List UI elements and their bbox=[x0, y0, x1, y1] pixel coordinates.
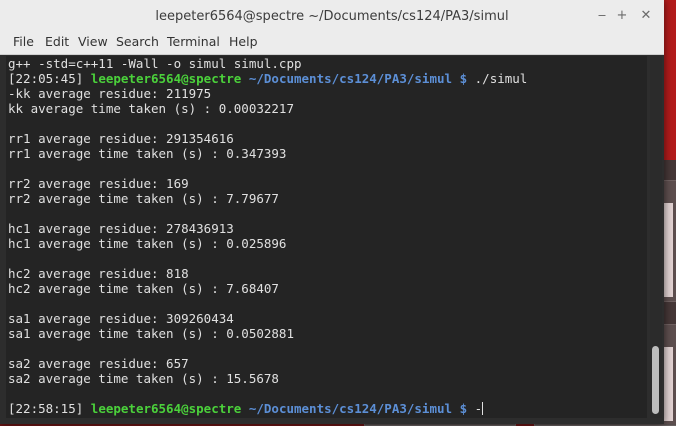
minimize-button[interactable]: ‒ bbox=[594, 8, 610, 24]
program-output: -kk average residue: 211975 kk average ti… bbox=[8, 86, 527, 401]
prompt-user: leepeter6564@spectre bbox=[90, 401, 242, 416]
output-line: sa1 average time taken (s) : 0.0502881 bbox=[8, 326, 294, 341]
output-line: rr1 average residue: 291354616 bbox=[8, 131, 234, 146]
scrollbar[interactable] bbox=[650, 56, 662, 418]
output-line: rr2 average residue: 169 bbox=[8, 176, 189, 191]
prompt-path: ~/Documents/cs124/PA3/simul bbox=[248, 401, 453, 416]
close-button[interactable]: ✕ bbox=[638, 8, 654, 24]
output-line: sa2 average time taken (s) : 15.5678 bbox=[8, 371, 279, 386]
output-line: -kk average residue: 211975 bbox=[8, 86, 212, 101]
output-line: rr1 average time taken (s) : 0.347393 bbox=[8, 146, 287, 161]
output-line: hc1 average residue: 278436913 bbox=[8, 221, 234, 236]
output-line: sa2 average residue: 657 bbox=[8, 356, 189, 371]
prompt-time: [22:58:15] bbox=[8, 401, 84, 416]
maximize-button[interactable]: + bbox=[614, 8, 630, 24]
output-line: kk average time taken (s) : 0.00032217 bbox=[8, 101, 294, 116]
prompt-user: leepeter6564@spectre bbox=[90, 71, 242, 86]
output-line: rr2 average time taken (s) : 7.79677 bbox=[8, 191, 279, 206]
menu-view[interactable]: View bbox=[78, 32, 108, 54]
output-line: hc2 average residue: 818 bbox=[8, 266, 189, 281]
prompt-command: ./simul bbox=[474, 71, 528, 86]
prompt-time: [22:05:45] bbox=[8, 71, 84, 86]
menu-bar: File Edit View Search Terminal Help bbox=[0, 32, 664, 55]
menu-search[interactable]: Search bbox=[116, 32, 159, 54]
terminal-output: g++ -std=c++11 -Wall -o simul simul.cpp[… bbox=[8, 56, 527, 416]
output-line: hc1 average time taken (s) : 0.025896 bbox=[8, 236, 287, 251]
prompt-input: - bbox=[474, 401, 483, 416]
prompt-dollar: $ bbox=[459, 71, 468, 86]
terminal-window: leepeter6564@spectre ~/Documents/cs124/P… bbox=[0, 0, 664, 424]
terminal-area[interactable]: g++ -std=c++11 -Wall -o simul simul.cpp[… bbox=[6, 56, 647, 418]
window-title: leepeter6564@spectre ~/Documents/cs124/P… bbox=[155, 9, 509, 24]
menu-file[interactable]: File bbox=[13, 32, 34, 54]
output-line: hc2 average time taken (s) : 7.68407 bbox=[8, 281, 279, 296]
prompt-line: [22:58:15] leepeter6564@spectre ~/Docume… bbox=[8, 401, 527, 416]
scrollbar-thumb[interactable] bbox=[652, 346, 659, 414]
text-cursor bbox=[482, 402, 484, 415]
compile-command: g++ -std=c++11 -Wall -o simul simul.cpp bbox=[8, 56, 302, 71]
menu-terminal[interactable]: Terminal bbox=[167, 32, 220, 54]
prompt-line: [22:05:45] leepeter6564@spectre ~/Docume… bbox=[8, 71, 527, 86]
title-bar[interactable]: leepeter6564@spectre ~/Documents/cs124/P… bbox=[0, 0, 664, 33]
menu-help[interactable]: Help bbox=[229, 32, 258, 54]
prompt-dollar: $ bbox=[459, 401, 468, 416]
menu-edit[interactable]: Edit bbox=[45, 32, 69, 54]
output-line: sa1 average residue: 309260434 bbox=[8, 311, 234, 326]
prompt-path: ~/Documents/cs124/PA3/simul bbox=[248, 71, 453, 86]
